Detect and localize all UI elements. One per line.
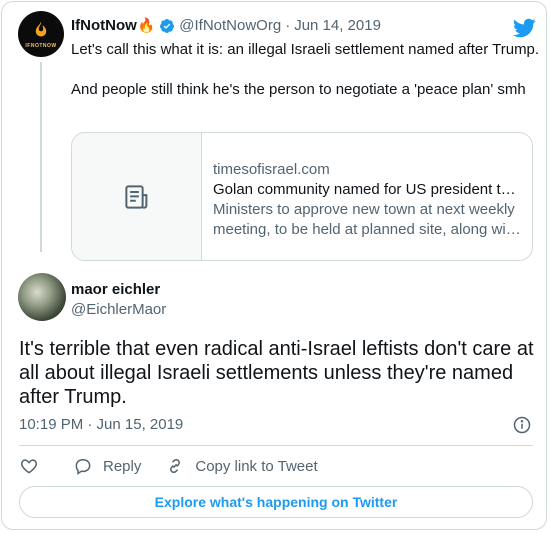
divider — [19, 445, 533, 446]
tweet-timestamp[interactable]: 10:19 PM · Jun 15, 2019 — [19, 416, 183, 433]
copy-link-label: Copy link to Tweet — [195, 457, 318, 475]
link-description-line-1: Ministers to approve new town at next we… — [213, 201, 515, 218]
link-meta: timesofisrael.com Golan community named … — [213, 160, 523, 240]
verified-badge-icon — [160, 18, 175, 33]
heart-icon — [20, 459, 38, 474]
explore-twitter-button[interactable]: Explore what's happening on Twitter — [19, 486, 533, 518]
quoted-tweet-text: Let's call this what it is: an illegal I… — [71, 41, 540, 98]
quoted-author-name[interactable]: IfNotNow — [71, 17, 137, 34]
flame-logo-icon — [32, 20, 50, 41]
link-icon — [170, 458, 181, 474]
quoted-author-handle[interactable]: @IfNotNowOrg — [179, 17, 281, 34]
twitter-bird-icon[interactable] — [512, 16, 536, 40]
fire-emoji: 🔥 — [137, 17, 156, 33]
thread-connector-line — [40, 62, 42, 252]
link-domain: timesofisrael.com — [213, 161, 330, 178]
header-separator: · — [285, 17, 291, 34]
document-icon — [124, 184, 147, 209]
eichler-avatar[interactable] — [18, 273, 66, 321]
quoted-tweet-date[interactable]: Jun 14, 2019 — [294, 17, 381, 34]
ifnotnow-avatar[interactable]: IFNOTNOW — [18, 11, 64, 57]
link-thumbnail — [72, 133, 202, 260]
main-tweet-text: It's terrible that even radical anti-Isr… — [19, 338, 534, 408]
action-bar: Reply Copy link to Tweet — [19, 455, 342, 477]
info-icon[interactable] — [512, 415, 532, 435]
tweet-embed-card: IFNOTNOW IfNotNow 🔥 @IfNotNowOrg · Jun 1… — [1, 1, 547, 530]
reply-icon — [75, 458, 91, 475]
link-preview-card[interactable]: timesofisrael.com Golan community named … — [71, 132, 533, 261]
quoted-tweet-header: IfNotNow 🔥 @IfNotNowOrg · Jun 14, 2019 — [71, 17, 381, 34]
avatar-logo-text: IFNOTNOW — [25, 42, 57, 49]
link-title: Golan community named for US president t… — [213, 181, 516, 198]
main-author-name[interactable]: maor eichler — [71, 281, 160, 298]
copy-link-button[interactable]: Copy link to Tweet — [165, 456, 318, 476]
link-description-line-2: meeting, to be held at planned site, alo… — [213, 221, 521, 238]
main-author-handle[interactable]: @EichlerMaor — [71, 301, 166, 318]
reply-button[interactable]: Reply — [73, 456, 141, 476]
like-button[interactable] — [19, 456, 49, 476]
reply-label: Reply — [103, 457, 142, 475]
